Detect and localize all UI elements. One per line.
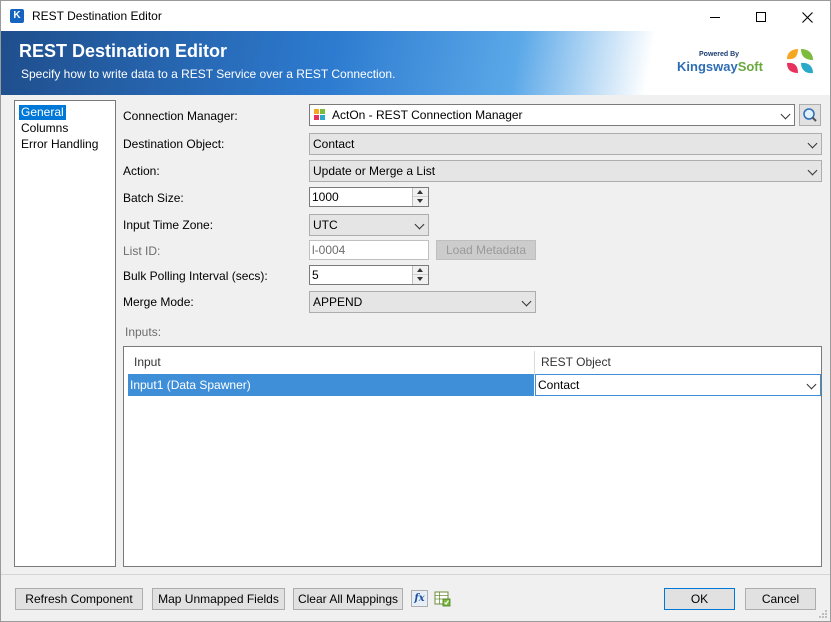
banner-subtitle: Specify how to write data to a REST Serv… [21,67,396,81]
bulk-polling-interval-stepper[interactable]: 5 [309,265,429,285]
spin-down-button[interactable] [413,197,428,206]
cancel-button[interactable]: Cancel [745,588,816,610]
destination-object-label: Destination Object: [123,137,225,151]
chevron-down-icon [806,379,817,390]
merge-mode-label: Merge Mode: [123,295,194,309]
input-time-zone-label: Input Time Zone: [123,218,214,232]
refresh-component-button[interactable]: Refresh Component [15,588,143,610]
action-select[interactable]: Update or Merge a List [309,160,822,182]
magnifier-icon [803,108,817,122]
row-rest-object-select[interactable]: Contact [535,374,821,396]
chevron-down-icon [807,165,818,176]
chevron-down-icon [521,296,532,307]
map-unmapped-fields-button[interactable]: Map Unmapped Fields [152,588,285,610]
footer-divider [1,574,830,575]
close-icon [801,11,813,23]
expression-fx-icon[interactable]: fx [411,590,428,607]
list-id-field[interactable]: l-0004 [309,240,429,260]
powered-by-text: Powered By [699,51,740,58]
connection-manager-select[interactable]: ActOn - REST Connection Manager [309,104,795,126]
list-id-label: List ID: [123,244,161,258]
batch-size-label: Batch Size: [123,191,184,205]
editor-window: K REST Destination Editor REST Destinati… [0,0,831,622]
spin-down-button[interactable] [413,275,428,284]
inputs-label: Inputs: [125,325,162,339]
banner-title: REST Destination Editor [19,41,228,61]
destination-object-value: Contact [313,137,355,151]
action-value: Update or Merge a List [313,164,436,178]
close-button[interactable] [784,1,830,31]
inputs-grid: Input REST Object Input1 (Data Spawner) … [123,346,822,567]
k-app-icon: K [10,9,24,23]
maximize-icon [756,12,766,23]
arrow-up-icon [417,268,423,272]
kingswaysoft-logo: Powered By KingswaySoft [677,51,763,83]
batch-size-stepper[interactable]: 1000 [309,187,429,207]
petal-logo-icon [787,49,813,74]
chevron-down-icon [414,219,425,230]
chevron-down-icon [780,109,791,120]
mapping-grid-icon[interactable] [434,590,451,607]
bulk-polling-interval-label: Bulk Polling Interval (secs): [123,269,268,283]
minimize-icon [710,16,720,18]
title-bar: K REST Destination Editor [1,1,830,31]
brand-name-soft: Soft [737,59,763,74]
nav-item-columns[interactable]: Columns [19,121,70,136]
row-input-cell[interactable]: Input1 (Data Spawner) [128,374,534,396]
ok-button[interactable]: OK [664,588,735,610]
load-metadata-button[interactable]: Load Metadata [436,240,536,260]
list-id-value: l-0004 [312,243,346,257]
window-title: REST Destination Editor [32,9,162,23]
column-header-input[interactable]: Input [128,351,161,374]
maximize-button[interactable] [738,1,784,31]
clear-all-mappings-button[interactable]: Clear All Mappings [293,588,403,610]
arrow-down-icon [417,199,423,203]
merge-mode-select[interactable]: APPEND [309,291,536,313]
input-time-zone-select[interactable]: UTC [309,214,429,236]
connection-manager-label: Connection Manager: [123,109,238,123]
brand-name-kingsway: Kingsway [677,59,738,74]
action-label: Action: [123,164,160,178]
header-banner: REST Destination Editor Specify how to w… [1,31,830,95]
merge-mode-value: APPEND [313,295,363,309]
grid-header: Input REST Object [128,351,821,375]
spin-up-button[interactable] [413,266,428,275]
spin-up-button[interactable] [413,188,428,197]
destination-object-select[interactable]: Contact [309,133,822,155]
lookup-connection-button[interactable] [799,104,821,126]
nav-item-general[interactable]: General [19,105,66,120]
table-row[interactable]: Input1 (Data Spawner) Contact [128,374,821,396]
resize-grip-icon[interactable] [818,609,828,619]
section-nav: General Columns Error Handling [14,100,116,567]
arrow-down-icon [417,277,423,281]
arrow-up-icon [417,190,423,194]
row-rest-object-value: Contact [538,378,580,392]
rest-connection-icon [314,109,325,120]
minimize-button[interactable] [692,1,738,31]
batch-size-value: 1000 [312,190,339,204]
nav-item-error-handling[interactable]: Error Handling [19,137,100,152]
chevron-down-icon [807,138,818,149]
bulk-polling-interval-value: 5 [312,268,319,282]
connection-manager-value: ActOn - REST Connection Manager [332,108,523,122]
column-header-rest-object[interactable]: REST Object [535,351,611,374]
input-time-zone-value: UTC [313,218,338,232]
